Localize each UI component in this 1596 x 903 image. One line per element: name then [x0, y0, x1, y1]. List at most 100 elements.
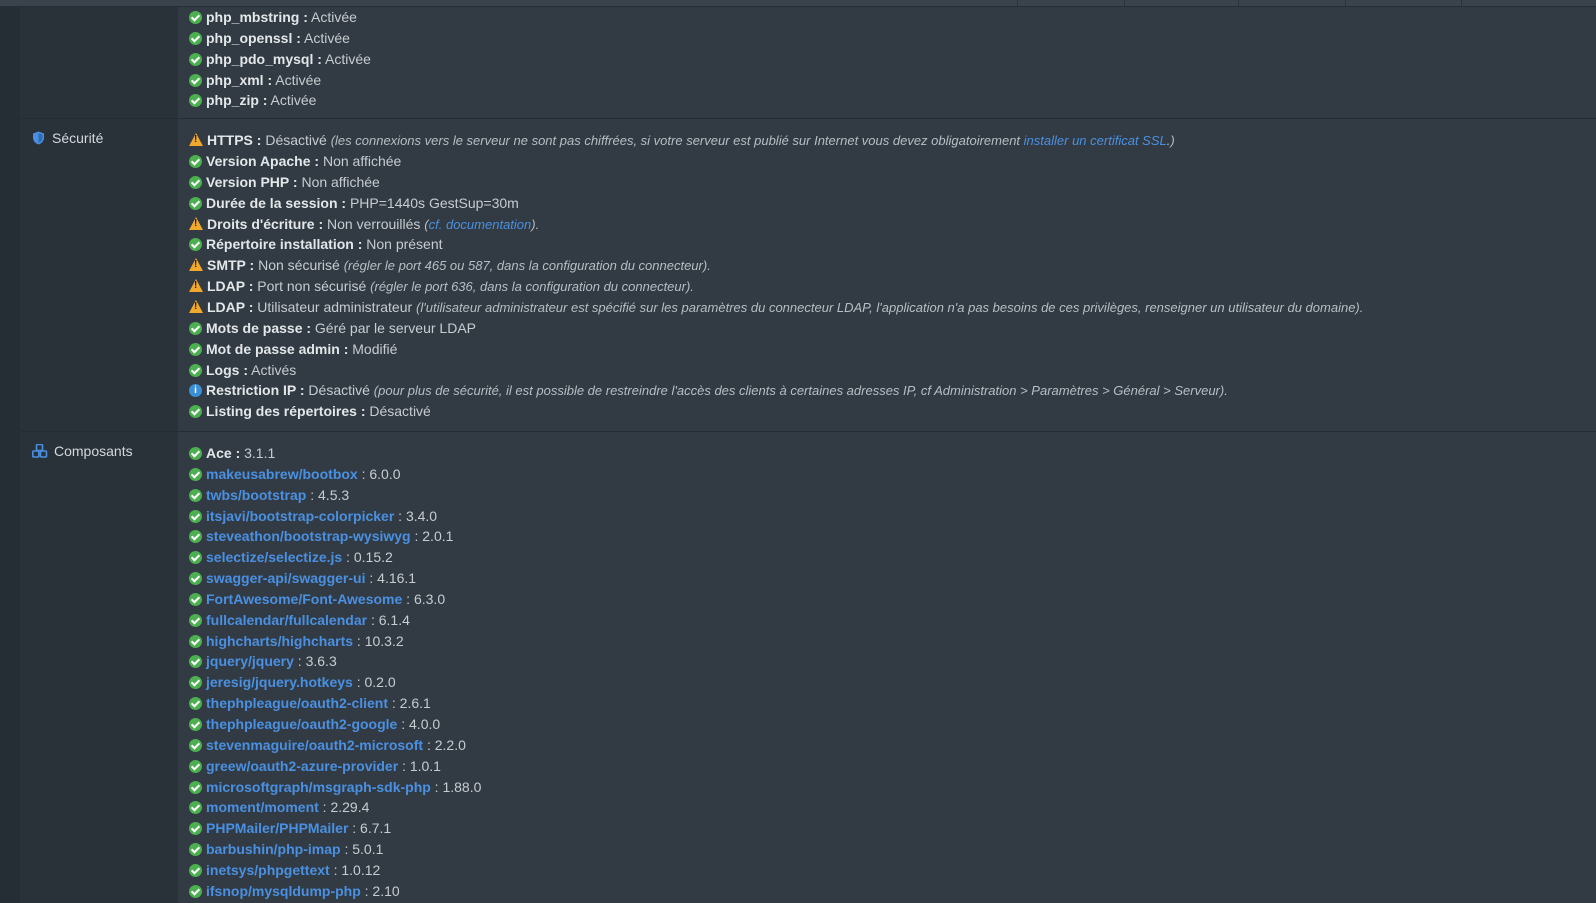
- security-note-end: .): [1166, 133, 1175, 149]
- component-item: stevenmaguire/oauth2-microsoft : 2.2.0: [189, 735, 1596, 756]
- component-link[interactable]: greew/oauth2-azure-provider: [206, 758, 398, 774]
- security-value: Non présent: [362, 236, 443, 253]
- security-item: LDAP : Port non sécurisé (régler le port…: [189, 276, 1596, 297]
- component-link[interactable]: itsjavi/bootstrap-colorpicker: [206, 508, 394, 524]
- component-link[interactable]: selectize/selectize.js: [206, 549, 342, 565]
- php-modules-row: php_mbstring : Activée php_openssl : Acti…: [20, 7, 1596, 120]
- top-tab-bar: [0, 0, 1596, 7]
- security-item: Listing des répertoires : Désactivé: [189, 401, 1596, 422]
- component-link[interactable]: steveathon/bootstrap-wysiwyg: [206, 528, 411, 544]
- php-module-item: php_pdo_mysql : Activée: [189, 49, 1596, 70]
- component-link[interactable]: ifsnop/mysqldump-php: [206, 883, 361, 899]
- security-note: (les connexions vers le serveur ne sont …: [330, 133, 1024, 149]
- tab-divider: [1238, 0, 1239, 6]
- check-circle-icon: [189, 780, 202, 794]
- component-link[interactable]: barbushin/php-imap: [206, 841, 341, 857]
- component-item: thephpleague/oauth2-client : 2.6.1: [189, 693, 1596, 714]
- component-link[interactable]: twbs/bootstrap: [206, 487, 306, 503]
- security-item: Version Apache : Non affichée: [189, 151, 1596, 172]
- security-value: Désactivé: [304, 382, 374, 399]
- warning-triangle-icon: [189, 133, 203, 147]
- check-circle-icon: [189, 509, 202, 523]
- check-circle-icon: [189, 676, 202, 690]
- security-note: (régler le port 465 ou 587, dans la conf…: [343, 258, 711, 274]
- php-module-item: php_mbstring : Activée: [189, 7, 1596, 28]
- warning-triangle-icon: [189, 279, 203, 293]
- component-link[interactable]: moment/moment: [206, 799, 319, 815]
- php-module-item: php_xml : Activée: [189, 70, 1596, 91]
- security-item: Mots de passe : Géré par le serveur LDAP: [189, 318, 1596, 339]
- component-version: : 6.7.1: [348, 820, 392, 837]
- security-key: SMTP :: [207, 257, 255, 274]
- component-link[interactable]: jeresig/jquery.hotkeys: [206, 674, 353, 690]
- security-row: Sécurité HTTPS : Désactivé (les connexio…: [20, 119, 1596, 433]
- security-note-link[interactable]: installer un certificat SSL: [1024, 133, 1167, 148]
- component-version: : 1.88.0: [430, 778, 482, 795]
- component-link[interactable]: FortAwesome/Font-Awesome: [206, 591, 402, 607]
- system-info-table: php_mbstring : Activée php_openssl : Acti…: [20, 7, 1596, 903]
- check-circle-icon: [189, 155, 202, 169]
- component-link[interactable]: stevenmaguire/oauth2-microsoft: [206, 737, 423, 753]
- component-link[interactable]: jquery/jquery: [206, 653, 294, 669]
- security-label-cell: Sécurité: [20, 119, 178, 432]
- check-circle-icon: [189, 613, 202, 627]
- php-module-key: php_zip :: [206, 92, 268, 109]
- component-link[interactable]: fullcalendar/fullcalendar: [206, 612, 367, 628]
- security-item: Mot de passe admin : Modifié: [189, 339, 1596, 360]
- component-item: fullcalendar/fullcalendar : 6.1.4: [189, 610, 1596, 631]
- component-version: : 3.4.0: [394, 507, 438, 524]
- security-label: Sécurité: [52, 130, 104, 147]
- component-item: steveathon/bootstrap-wysiwyg : 2.0.1: [189, 526, 1596, 547]
- component-version: : 2.29.4: [318, 799, 370, 816]
- component-link[interactable]: swagger-api/swagger-ui: [206, 570, 365, 586]
- component-link[interactable]: inetsys/phpgettext: [206, 862, 330, 878]
- security-item: Logs : Activés: [189, 360, 1596, 381]
- security-key: Version Apache :: [206, 153, 320, 170]
- check-circle-icon: [189, 196, 202, 210]
- security-note-link[interactable]: cf. documentation: [429, 217, 532, 232]
- component-link[interactable]: thephpleague/oauth2-google: [206, 716, 397, 732]
- component-link[interactable]: microsoftgraph/msgraph-sdk-php: [206, 779, 431, 795]
- info-circle-icon: [189, 384, 202, 398]
- component-item: PHPMailer/PHPMailer : 6.7.1: [189, 818, 1596, 839]
- check-circle-icon: [189, 405, 202, 419]
- security-key: HTTPS :: [207, 132, 262, 149]
- security-item: Répertoire installation : Non présent: [189, 234, 1596, 255]
- check-circle-icon: [189, 447, 202, 461]
- tab-divider: [1124, 0, 1125, 6]
- component-link[interactable]: makeusabrew/bootbox: [206, 466, 358, 482]
- check-circle-icon: [189, 363, 202, 377]
- component-link[interactable]: PHPMailer/PHPMailer: [206, 820, 348, 836]
- check-circle-icon: [189, 238, 202, 252]
- security-key: Durée de la session :: [206, 194, 347, 211]
- check-circle-icon: [189, 551, 202, 565]
- php-module-key: php_xml :: [206, 71, 273, 88]
- security-key: LDAP :: [207, 298, 254, 315]
- component-item: jquery/jquery : 3.6.3: [189, 651, 1596, 672]
- security-value: Non verrouillés: [323, 215, 425, 232]
- component-version: : 1.0.12: [329, 861, 381, 878]
- component-item: thephpleague/oauth2-google : 4.0.0: [189, 714, 1596, 735]
- component-version: : 5.0.1: [340, 841, 384, 858]
- check-circle-icon: [189, 488, 202, 502]
- security-note-end: ).: [531, 216, 540, 232]
- check-circle-icon: [189, 759, 202, 773]
- check-circle-icon: [189, 863, 202, 877]
- components-label: Composants: [54, 443, 133, 460]
- component-item: twbs/bootstrap : 4.5.3: [189, 485, 1596, 506]
- component-link[interactable]: thephpleague/oauth2-client: [206, 695, 388, 711]
- security-value: Non affichée: [297, 173, 380, 190]
- check-circle-icon: [189, 697, 202, 711]
- security-key: Logs :: [206, 361, 248, 378]
- component-version: : 2.6.1: [388, 695, 431, 712]
- security-value: Géré par le serveur LDAP: [311, 319, 476, 336]
- component-link[interactable]: highcharts/highcharts: [206, 633, 353, 649]
- check-circle-icon: [189, 321, 202, 335]
- component-item: barbushin/php-imap : 5.0.1: [189, 839, 1596, 860]
- warning-triangle-icon: [189, 216, 203, 230]
- security-key: Mot de passe admin :: [206, 340, 349, 357]
- security-list: HTTPS : Désactivé (les connexions vers l…: [178, 119, 1596, 432]
- check-circle-icon: [189, 11, 202, 24]
- component-item: swagger-api/swagger-ui : 4.16.1: [189, 568, 1596, 589]
- component-version: : 6.3.0: [402, 590, 446, 607]
